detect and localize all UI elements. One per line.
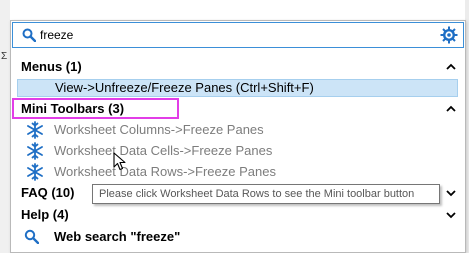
app-background: Σ freeze Menus (1) View->Unfreeze/Freeze… bbox=[0, 0, 469, 253]
mini-toolbar-result-item[interactable]: Worksheet Data Cells->Freeze Panes bbox=[26, 142, 426, 160]
search-icon bbox=[24, 229, 39, 244]
menu-result-label: View->Unfreeze/Freeze Panes (Ctrl+Shift+… bbox=[55, 80, 314, 95]
web-search-label: Web search "freeze" bbox=[54, 229, 181, 244]
chevron-down-icon[interactable] bbox=[445, 209, 457, 221]
mouse-cursor-icon bbox=[113, 152, 126, 171]
search-results-popup: Menus (1) View->Unfreeze/Freeze Panes (C… bbox=[10, 20, 466, 253]
mini-toolbar-result-item[interactable]: Worksheet Data Rows->Freeze Panes bbox=[26, 163, 426, 181]
menu-result-item[interactable]: View->Unfreeze/Freeze Panes (Ctrl+Shift+… bbox=[17, 79, 458, 97]
category-header-help[interactable]: Help (4) bbox=[21, 206, 69, 223]
category-header-menus[interactable]: Menus (1) bbox=[21, 58, 82, 75]
mini-toolbar-result-item[interactable]: Worksheet Columns->Freeze Panes bbox=[26, 121, 426, 139]
mini-toolbar-result-label: Worksheet Columns->Freeze Panes bbox=[54, 122, 264, 137]
snowflake-icon bbox=[27, 163, 43, 181]
snowflake-icon bbox=[27, 142, 43, 160]
gear-icon[interactable] bbox=[440, 26, 458, 44]
search-icon bbox=[22, 28, 36, 42]
category-header-mini-toolbars[interactable]: Mini Toolbars (3) bbox=[21, 100, 124, 117]
chevron-down-icon[interactable] bbox=[445, 187, 457, 199]
search-bar bbox=[12, 22, 464, 48]
chevron-up-icon[interactable] bbox=[445, 103, 457, 115]
chevron-up-icon[interactable] bbox=[445, 61, 457, 73]
tooltip: Please click Worksheet Data Rows to see … bbox=[92, 184, 440, 204]
search-input[interactable] bbox=[40, 26, 420, 44]
web-search-item[interactable]: Web search "freeze" bbox=[24, 228, 324, 246]
snowflake-icon bbox=[27, 121, 43, 139]
background-window-edge: Σ bbox=[0, 0, 10, 253]
category-header-faq[interactable]: FAQ (10) bbox=[21, 184, 74, 201]
mini-toolbar-result-label: Worksheet Data Rows->Freeze Panes bbox=[54, 164, 276, 179]
partial-glyph: Σ bbox=[1, 51, 8, 62]
mini-toolbar-result-label: Worksheet Data Cells->Freeze Panes bbox=[54, 143, 273, 158]
